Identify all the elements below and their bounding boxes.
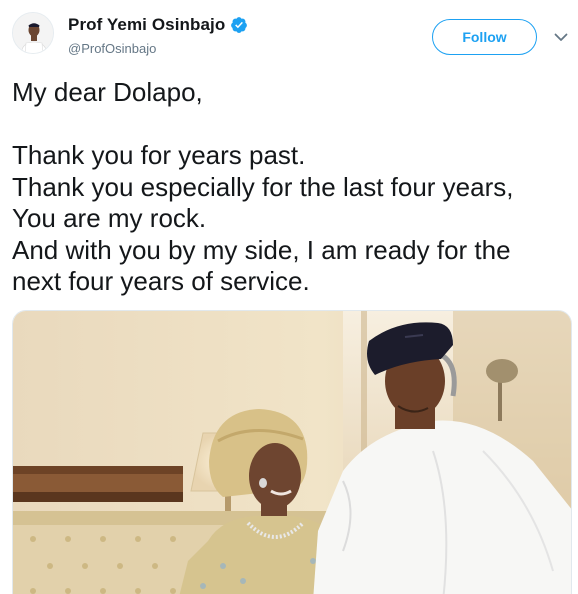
tweet-card: Prof Yemi Osinbajo @ProfOsinbajo Follow … <box>0 0 578 594</box>
photo-couple <box>13 311 571 594</box>
avatar-image <box>13 13 53 53</box>
tweet-text: My dear Dolapo, Thank you for years past… <box>12 77 572 298</box>
tweet-line: My dear Dolapo, <box>12 77 203 107</box>
author-name-row[interactable]: Prof Yemi Osinbajo <box>68 15 248 35</box>
follow-button[interactable]: Follow <box>432 19 537 55</box>
tweet-photo[interactable] <box>12 310 572 594</box>
chevron-down-icon[interactable] <box>552 28 570 46</box>
avatar[interactable] <box>12 12 54 54</box>
tweet-line: next four years of service. <box>12 266 310 296</box>
verified-badge-icon <box>231 17 248 33</box>
tweet-line: Thank you especially for the last four y… <box>12 171 514 202</box>
author-handle[interactable]: @ProfOsinbajo <box>68 41 156 56</box>
tweet-line: And with you by my side, I am ready for … <box>12 234 511 265</box>
tweet-line: You are my rock. <box>12 203 207 233</box>
author-display-name[interactable]: Prof Yemi Osinbajo <box>68 15 225 35</box>
tweet-line: Thank you for years past. <box>12 140 306 170</box>
